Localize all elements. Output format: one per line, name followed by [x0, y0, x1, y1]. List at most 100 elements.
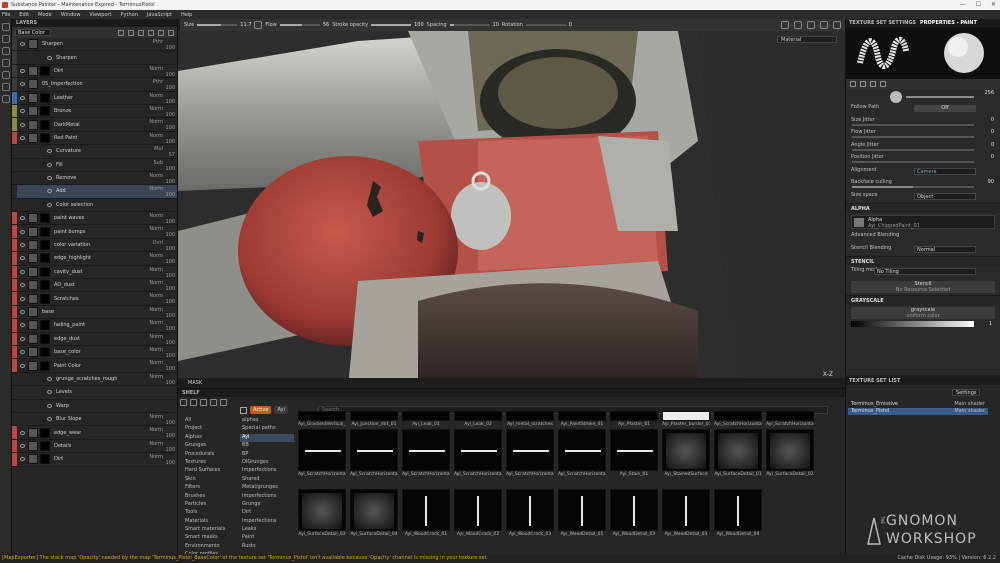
list-view-icon[interactable]: [200, 399, 207, 406]
spacing-slider[interactable]: [449, 24, 490, 26]
shelf-path[interactable]: OlGrunges: [240, 459, 294, 467]
property-slider[interactable]: [852, 186, 974, 188]
blend-mode[interactable]: Norm: [149, 133, 163, 139]
blend-mode[interactable]: Norm: [149, 226, 163, 232]
screenshot-icon[interactable]: [807, 21, 815, 29]
layer-row[interactable]: Dirt Norm 100: [12, 64, 177, 79]
blend-mode[interactable]: Norm: [149, 374, 163, 380]
layer-row[interactable]: cavity_dust Norm 100: [12, 265, 177, 280]
property-value[interactable]: 0: [991, 117, 994, 123]
shelf-resource[interactable]: Ayi_ScratchHorizonta...: [298, 429, 346, 479]
flow-value[interactable]: 56: [323, 22, 329, 28]
menu-item-edit[interactable]: Edit: [19, 12, 29, 18]
grayscale-slot[interactable]: grayscale uniform color: [851, 306, 995, 319]
visibility-eye-icon[interactable]: [20, 269, 25, 274]
blend-mode[interactable]: Norm: [149, 106, 163, 112]
shelf-path[interactable]: Paint: [240, 534, 294, 542]
clone-tool-icon[interactable]: [2, 83, 10, 91]
effect-row[interactable]: Curvature Mul 57: [12, 145, 177, 159]
visibility-eye-icon[interactable]: [47, 376, 52, 381]
blend-mode[interactable]: Norm: [149, 173, 163, 179]
effect-row[interactable]: Sharpen: [12, 51, 177, 65]
shelf-category[interactable]: Materials: [182, 518, 242, 526]
visibility-eye-icon[interactable]: [47, 403, 52, 408]
layer-row[interactable]: Sharpen Pthr 100: [12, 38, 177, 52]
shelf-resource[interactable]: Ayi_metal_scratches: [506, 411, 554, 429]
shelf-resource[interactable]: Ayi_Junction_dirt_01: [350, 411, 398, 429]
shelf-resource[interactable]: Ayi_WoodDetail_03: [662, 489, 710, 539]
shelf-resource[interactable]: Ayi_Plaster_border_01: [662, 411, 710, 429]
layer-opacity[interactable]: 100: [165, 45, 175, 51]
layer-opacity[interactable]: 100: [165, 192, 175, 198]
mask-thumbnail[interactable]: [40, 427, 50, 438]
polygon-fill-icon[interactable]: [2, 59, 10, 67]
mask-thumbnail[interactable]: [40, 119, 50, 130]
property-value[interactable]: 0: [991, 129, 994, 135]
grid-icon[interactable]: [794, 21, 802, 29]
blend-mode[interactable]: Norm: [149, 414, 163, 420]
mask-thumbnail[interactable]: [40, 213, 50, 224]
blend-mode[interactable]: Norm: [149, 347, 163, 353]
texture-set-emissive[interactable]: Terminus_Emissive Main shader: [848, 401, 988, 408]
add-fill-layer-icon[interactable]: [148, 29, 154, 36]
layer-row[interactable]: color variation Ovrl 100: [12, 238, 177, 253]
layer-row[interactable]: Scratches Norm 100: [12, 292, 177, 306]
blend-mode[interactable]: Norm: [149, 253, 163, 259]
layer-opacity[interactable]: 100: [165, 139, 175, 145]
shelf-resource[interactable]: Ayi_Leak_02: [454, 411, 502, 429]
alpha-slot[interactable]: Alpha Ayi_ChippedPaint_01: [851, 215, 995, 229]
stroke-opacity-slider[interactable]: [371, 24, 412, 26]
settings-icon[interactable]: [833, 21, 841, 29]
layer-opacity[interactable]: 100: [165, 99, 175, 105]
layer-opacity[interactable]: 100: [165, 447, 175, 453]
blend-mode[interactable]: Sub: [153, 160, 163, 166]
visibility-eye-icon[interactable]: [20, 296, 25, 301]
blend-mode[interactable]: Norm: [149, 119, 163, 125]
add-paint-layer-icon[interactable]: [138, 29, 144, 36]
layer-opacity[interactable]: 100: [165, 340, 175, 346]
effect-row[interactable]: Color selection: [12, 198, 177, 213]
layer-row[interactable]: fading_paint Norm 100: [12, 319, 177, 333]
tab-texture-set-settings[interactable]: TEXTURE SET SETTINGS: [849, 19, 916, 27]
visibility-eye-icon[interactable]: [20, 42, 25, 47]
shelf-category[interactable]: Textures: [182, 459, 242, 467]
shelf-category[interactable]: Brushes: [182, 493, 242, 501]
projection-tool-icon[interactable]: [2, 47, 10, 55]
visibility-eye-icon[interactable]: [20, 68, 25, 73]
brush-props-icon[interactable]: [850, 81, 856, 87]
material-props-icon[interactable]: [860, 81, 866, 87]
blend-mode[interactable]: Norm: [149, 427, 163, 433]
channel-select[interactable]: Base Color: [15, 29, 51, 36]
shelf-category[interactable]: Project: [182, 425, 242, 433]
shelf-path[interactable]: BP: [240, 451, 294, 459]
stroke-opacity-value[interactable]: 100: [414, 22, 424, 28]
shelf-resource[interactable]: Ayi_Stain_01: [610, 429, 658, 479]
visibility-eye-icon[interactable]: [47, 417, 52, 422]
close-icon[interactable]: ✕: [991, 1, 996, 8]
shelf-category[interactable]: Alphas: [182, 434, 242, 442]
shelf-category[interactable]: Tools: [182, 509, 242, 517]
size-value[interactable]: 11.7: [240, 22, 251, 28]
brush-size-slider[interactable]: [906, 96, 974, 98]
tiling-select[interactable]: No Tiling: [874, 268, 976, 275]
layer-row[interactable]: edge_dust Norm 100: [12, 332, 177, 346]
blend-mode[interactable]: Mul: [154, 146, 163, 152]
property-slider[interactable]: [852, 161, 974, 163]
layer-opacity[interactable]: 100: [165, 299, 175, 305]
layer-opacity[interactable]: 100: [165, 232, 175, 238]
blend-mode[interactable]: Pthr: [153, 39, 163, 45]
shelf-category[interactable]: All: [182, 417, 242, 425]
shelf-resource[interactable]: Ayi_ScratchHorizonta...: [558, 429, 606, 479]
blend-mode[interactable]: Norm: [149, 213, 163, 219]
flow-slider[interactable]: [279, 24, 320, 26]
shelf-resource[interactable]: Ayi_GradientVertical_02: [298, 411, 346, 429]
effect-row[interactable]: Add Norm 100: [12, 185, 177, 199]
mask-thumbnail[interactable]: [40, 65, 50, 76]
shelf-path[interactable]: Imperfections: [240, 493, 294, 501]
layer-row[interactable]: paint bumps Norm 100: [12, 225, 177, 239]
visibility-eye-icon[interactable]: [47, 176, 52, 181]
layer-opacity[interactable]: 100: [165, 326, 175, 332]
blend-mode[interactable]: Norm: [149, 267, 163, 273]
shelf-resource[interactable]: Ayi_WoodCrack_01: [402, 489, 450, 539]
menu-item-javascript[interactable]: JavaScript: [147, 12, 172, 18]
